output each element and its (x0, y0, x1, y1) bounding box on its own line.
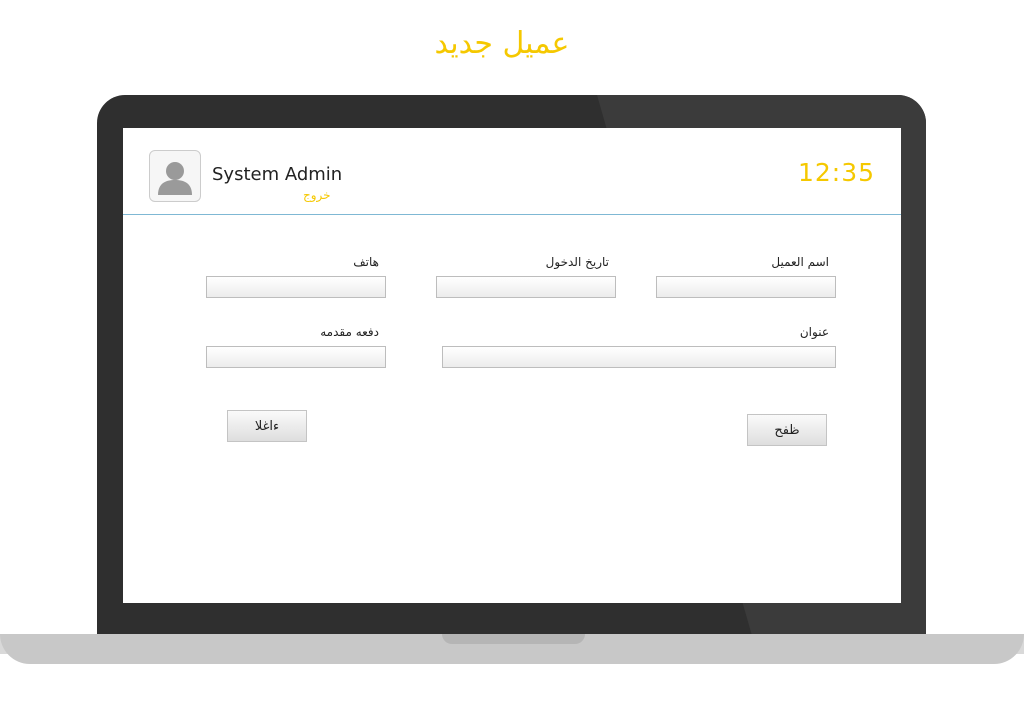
header-divider (123, 214, 901, 215)
app-screen: System Admin خروج 12:35 اسم العميل تاريخ… (123, 128, 901, 603)
laptop-base-notch (442, 634, 585, 644)
address-label: عنوان (799, 325, 829, 339)
cancel-button[interactable]: ءاغلا (227, 410, 307, 442)
laptop-frame: System Admin خروج 12:35 اسم العميل تاريخ… (97, 95, 926, 637)
save-button[interactable]: ظفح (747, 414, 827, 446)
page-title: عميل جديد (434, 26, 570, 61)
customer-name-input[interactable] (656, 276, 836, 298)
clock-display: 12:35 (797, 158, 875, 187)
entry-date-label: تاريخ الدخول (545, 255, 609, 269)
phone-input[interactable] (206, 276, 386, 298)
entry-date-input[interactable] (436, 276, 616, 298)
user-avatar[interactable] (149, 150, 201, 202)
down-payment-input[interactable] (206, 346, 386, 368)
address-input[interactable] (442, 346, 836, 368)
user-name: System Admin (212, 164, 343, 185)
logout-link[interactable]: خروج (303, 188, 331, 202)
down-payment-label: دفعه مقدمه (320, 325, 379, 339)
user-silhouette-icon (158, 162, 192, 195)
phone-label: هاتف (353, 255, 379, 269)
customer-name-label: اسم العميل (771, 255, 829, 269)
